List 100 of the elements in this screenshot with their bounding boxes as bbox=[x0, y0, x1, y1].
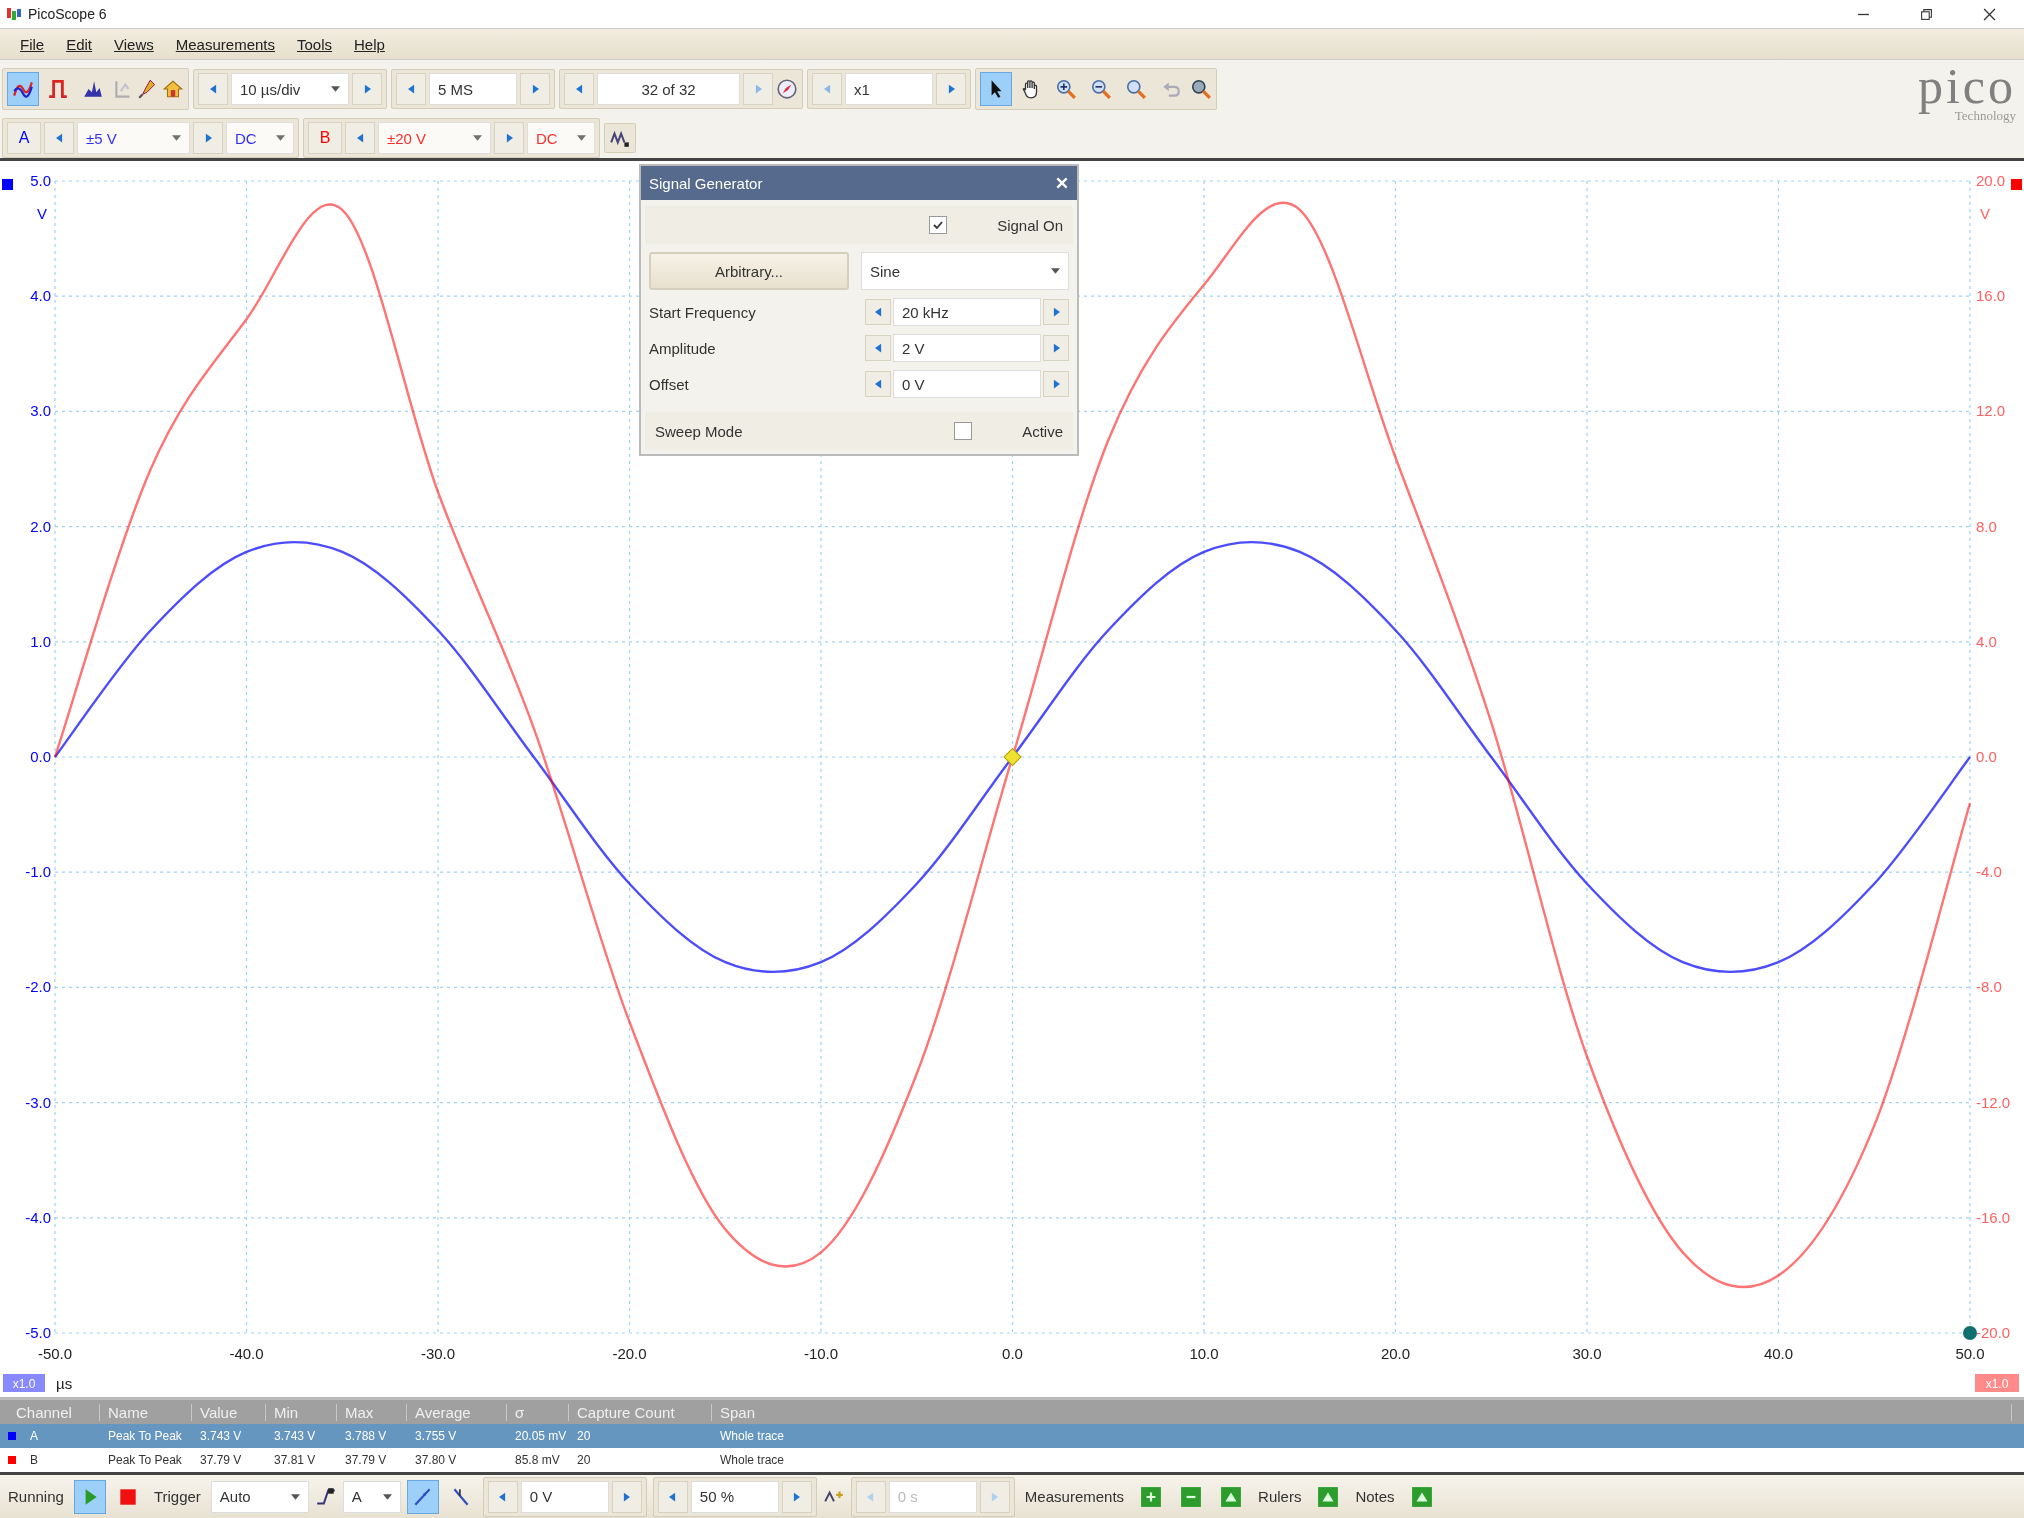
sweep-active-checkbox[interactable] bbox=[954, 422, 973, 440]
trigger-mode-dropdown[interactable]: Auto bbox=[210, 1480, 309, 1513]
menu-item[interactable]: Measurements bbox=[175, 35, 275, 53]
pico-logo: pico Technology bbox=[1917, 64, 2016, 124]
left-arrow-icon bbox=[874, 379, 882, 389]
left-arrow-icon bbox=[55, 133, 63, 143]
y-axis-label: -2.0 bbox=[25, 978, 51, 996]
previous-button[interactable] bbox=[44, 122, 74, 154]
scale-badge[interactable] bbox=[1975, 1374, 2019, 1392]
ruler-handle-icon[interactable] bbox=[1963, 1326, 1977, 1340]
scale-badge[interactable] bbox=[3, 1374, 45, 1392]
increase-button[interactable] bbox=[1043, 299, 1069, 325]
threshold-field[interactable]: 0 V bbox=[520, 1480, 609, 1513]
table-cell-text: 37.81 V bbox=[273, 1453, 317, 1467]
left-arrow-icon bbox=[867, 1491, 875, 1502]
dropdown-caret-icon bbox=[1051, 268, 1060, 274]
x-axis-label: -50.0 bbox=[37, 1345, 73, 1362]
trigger-edge-button[interactable] bbox=[406, 1479, 439, 1514]
previous-button[interactable] bbox=[198, 73, 228, 105]
x-axis-label: 40.0 bbox=[1763, 1345, 1794, 1362]
table-cell-text: Peak To Peak bbox=[107, 1453, 183, 1467]
range-dropdown[interactable]: ±5 V bbox=[77, 122, 190, 154]
home-icon[interactable] bbox=[162, 78, 184, 100]
zoom-field[interactable]: x1 bbox=[845, 73, 933, 105]
y-axis-label: 4.0 bbox=[30, 287, 51, 305]
menu-item[interactable]: File bbox=[20, 35, 45, 53]
samples-field[interactable]: 5 MS bbox=[429, 73, 517, 105]
decrease-button[interactable] bbox=[865, 371, 891, 397]
previous-button[interactable] bbox=[345, 122, 375, 154]
checkbox-label: Active bbox=[1022, 422, 1063, 440]
zoom-in-icon bbox=[1055, 78, 1077, 100]
mode-button[interactable] bbox=[7, 72, 39, 106]
y-axis-label: 16.0 bbox=[1976, 287, 2006, 305]
notes-label: Notes bbox=[1354, 1488, 1396, 1505]
menu-item[interactable]: Edit bbox=[66, 35, 93, 53]
edit-measurement-icon[interactable] bbox=[1220, 1485, 1243, 1508]
right-arrow-icon bbox=[1052, 343, 1060, 353]
y-axis-label: 2.0 bbox=[30, 517, 51, 535]
increase-button[interactable] bbox=[1043, 371, 1069, 397]
right-arrow-icon bbox=[505, 133, 513, 143]
remove-measurement-icon[interactable] bbox=[1180, 1485, 1203, 1508]
notes-toggle-icon[interactable] bbox=[1410, 1485, 1433, 1508]
timebase-dropdown[interactable]: 10 µs/div bbox=[231, 73, 349, 105]
value-field[interactable]: 2 V bbox=[893, 334, 1041, 362]
signal-on-checkbox[interactable] bbox=[929, 216, 948, 234]
magnifier-icon bbox=[1125, 78, 1147, 100]
coupling-dropdown[interactable]: DC bbox=[226, 122, 294, 154]
table-cell-text: A bbox=[29, 1429, 39, 1443]
menu-item[interactable]: Help bbox=[354, 35, 385, 53]
decrease-button[interactable] bbox=[865, 299, 891, 325]
previous-button[interactable] bbox=[487, 1480, 518, 1513]
measurements-label: Measurements bbox=[1023, 1488, 1126, 1505]
add-measurement-icon[interactable] bbox=[1140, 1485, 1163, 1508]
buffer-field[interactable]: 32 of 32 bbox=[597, 73, 740, 105]
dropdown-caret-icon bbox=[172, 135, 181, 141]
next-button[interactable] bbox=[193, 122, 223, 154]
waveform-dropdown[interactable]: Sine bbox=[861, 252, 1069, 290]
x-axis-label: -10.0 bbox=[803, 1345, 839, 1362]
dropdown-caret-icon bbox=[382, 1493, 392, 1500]
tool-button[interactable] bbox=[980, 72, 1012, 106]
y-axis-label: 3.0 bbox=[30, 402, 51, 420]
previous-button[interactable] bbox=[657, 1480, 688, 1513]
trigger-channel-dropdown[interactable]: A bbox=[342, 1480, 401, 1513]
dropdown-caret-icon bbox=[290, 1493, 300, 1500]
next-button[interactable] bbox=[352, 73, 382, 105]
unit-label: V bbox=[1980, 205, 1990, 222]
y-axis-label: 4.0 bbox=[1976, 632, 1997, 650]
start-button[interactable] bbox=[73, 1479, 106, 1514]
trigger-marker-icon[interactable] bbox=[1003, 748, 1022, 766]
left-arrow-icon bbox=[874, 343, 882, 353]
value-field[interactable]: 0 V bbox=[893, 370, 1041, 398]
pretrigger-field[interactable]: 50 % bbox=[690, 1480, 779, 1513]
previous-button[interactable] bbox=[396, 73, 426, 105]
increase-button[interactable] bbox=[1043, 335, 1069, 361]
next-button[interactable] bbox=[520, 73, 550, 105]
coupling-dropdown[interactable]: DC bbox=[527, 122, 595, 154]
next-button[interactable] bbox=[936, 73, 966, 105]
range-dropdown[interactable]: ±20 V bbox=[378, 122, 491, 154]
decrease-button[interactable] bbox=[865, 335, 891, 361]
compass-icon[interactable] bbox=[776, 78, 798, 100]
zoom-fit-icon[interactable] bbox=[1190, 78, 1212, 100]
table-cell-text: Peak To Peak bbox=[107, 1429, 183, 1443]
trigger-type-icon[interactable] bbox=[314, 1485, 337, 1508]
restore-icon[interactable] bbox=[1920, 7, 1933, 21]
rulers-toggle-icon[interactable] bbox=[1317, 1485, 1340, 1508]
arbitrary-button[interactable]: Arbitrary... bbox=[649, 252, 849, 290]
right-arrow-icon bbox=[204, 133, 212, 143]
close-icon[interactable] bbox=[1983, 7, 1996, 21]
previous-button[interactable] bbox=[564, 73, 594, 105]
y-axis-label: 0.0 bbox=[30, 748, 51, 765]
channel-button[interactable]: A bbox=[7, 122, 41, 154]
menu-item[interactable]: Views bbox=[114, 35, 154, 53]
next-button[interactable] bbox=[611, 1480, 642, 1513]
rulers-label: Rulers bbox=[1257, 1488, 1303, 1505]
left-arrow-icon bbox=[823, 84, 831, 94]
next-button[interactable] bbox=[494, 122, 524, 154]
value-field[interactable]: 20 kHz bbox=[893, 298, 1041, 326]
next-button[interactable] bbox=[781, 1480, 812, 1513]
menu-item[interactable]: Tools bbox=[297, 35, 333, 53]
y-axis-label: -12.0 bbox=[1976, 1093, 2011, 1111]
